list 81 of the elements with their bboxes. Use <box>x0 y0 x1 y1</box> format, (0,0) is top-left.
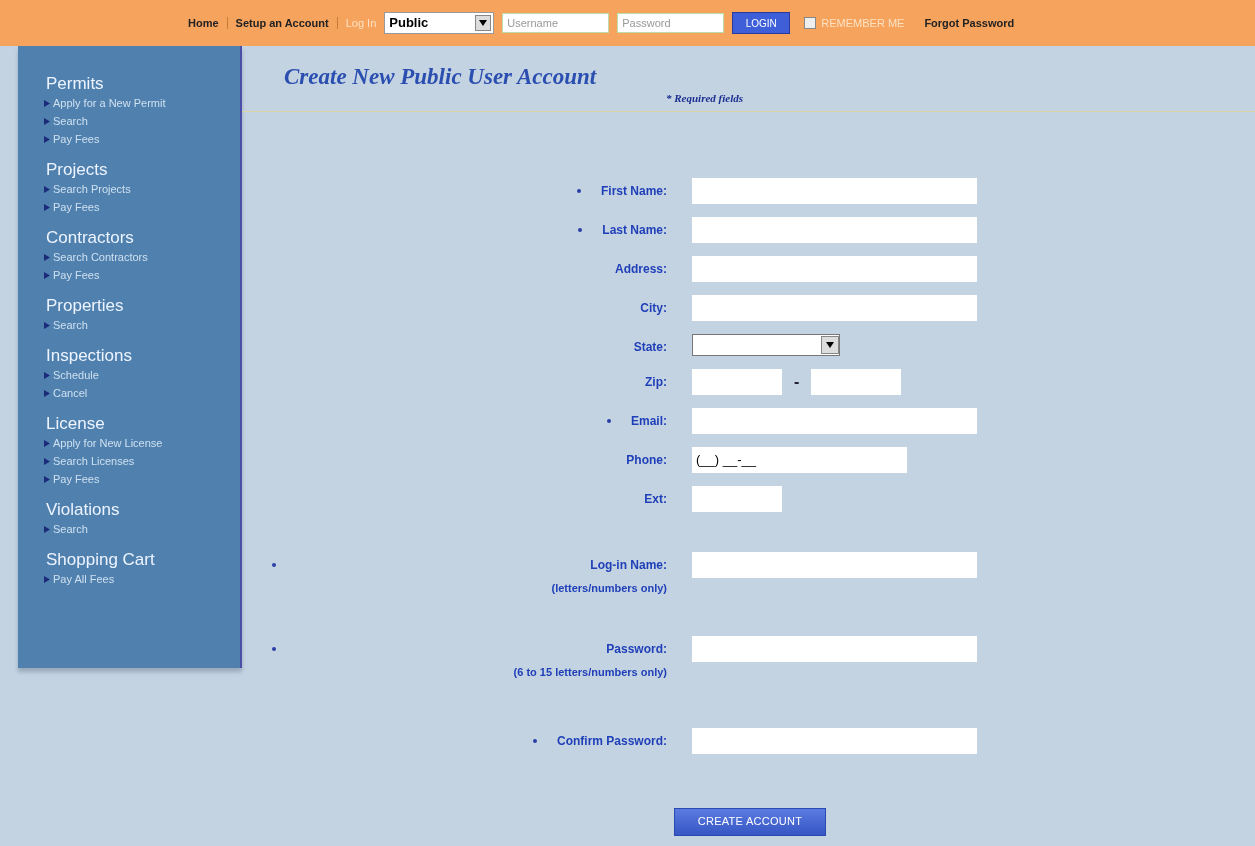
text-field[interactable] <box>692 255 977 282</box>
sidebar-link[interactable]: Search <box>53 520 88 538</box>
bullet-arrow-icon <box>44 525 50 533</box>
sidebar-link[interactable]: Search Projects <box>53 180 131 198</box>
text-field[interactable] <box>692 551 977 578</box>
sidebar-heading: Permits <box>46 74 105 94</box>
field-label: Email: <box>631 412 667 430</box>
remember-me-label: REMEMBER ME <box>821 15 905 31</box>
field-label: Confirm Password: <box>557 732 667 750</box>
remember-checkbox[interactable] <box>804 17 817 29</box>
text-field[interactable] <box>811 368 902 395</box>
field-label: Zip: <box>645 373 667 391</box>
sidebar-link[interactable]: Schedule <box>53 366 99 384</box>
dropdown-arrow-icon <box>825 340 835 349</box>
field-label: Log-in Name: <box>590 556 667 574</box>
text-field[interactable] <box>692 407 977 434</box>
account-type-dropdown[interactable]: Public <box>384 12 495 34</box>
sidebar-link[interactable]: Pay All Fees <box>53 570 115 588</box>
bullet-arrow-icon <box>44 321 50 329</box>
login-button[interactable]: LOGIN <box>732 12 791 34</box>
field-label: City: <box>640 299 667 317</box>
field-label: Password: <box>606 641 667 658</box>
field-label: Address: <box>615 260 667 278</box>
text-field[interactable] <box>692 485 782 512</box>
text-field[interactable] <box>692 216 977 243</box>
required-note: * Required fields <box>666 91 743 106</box>
bullet-arrow-icon <box>44 185 50 193</box>
bullet-arrow-icon <box>44 271 50 279</box>
field-label: First Name: <box>600 182 667 200</box>
sidebar-heading: Violations <box>46 500 121 520</box>
forgot-password-link[interactable]: Forgot Password <box>924 14 1015 32</box>
sidebar-link[interactable]: Apply for a New Permit <box>53 94 166 112</box>
sidebar-link[interactable]: Apply for New License <box>53 434 163 452</box>
phone-field[interactable]: (__) __-__ <box>692 446 907 473</box>
dropdown-arrow-icon <box>478 19 489 27</box>
bullet-arrow-icon <box>44 575 50 583</box>
bullet-arrow-icon <box>44 371 50 379</box>
field-label: State: <box>633 338 667 356</box>
bullet-arrow-icon <box>44 389 50 397</box>
bullet-arrow-icon <box>44 253 50 261</box>
password-field[interactable]: Password <box>617 13 725 33</box>
state-dropdown[interactable] <box>692 333 840 356</box>
sidebar-link[interactable]: Search <box>53 112 88 130</box>
bullet-arrow-icon <box>44 203 50 211</box>
bullet-arrow-icon <box>44 135 50 143</box>
sidebar-link[interactable]: Search Licenses <box>53 452 135 470</box>
nav-link[interactable]: Home <box>188 14 219 32</box>
sidebar-link[interactable]: Pay Fees <box>53 130 100 148</box>
sidebar-link[interactable]: Cancel <box>53 384 88 402</box>
bullet-arrow-icon <box>44 475 50 483</box>
field-hint: (6 to 15 letters/numbers only) <box>513 665 667 680</box>
text-field[interactable] <box>692 368 782 395</box>
sidebar-link[interactable]: Pay Fees <box>53 198 100 216</box>
sidebar-heading: Properties <box>46 296 125 316</box>
sidebar-heading: Shopping Cart <box>46 550 156 570</box>
nav-link[interactable]: Setup an Account <box>235 14 329 32</box>
create-account-button[interactable]: CREATE ACCOUNT <box>674 807 826 836</box>
sidebar-heading: Contractors <box>46 228 135 248</box>
sidebar-link[interactable]: Search Contractors <box>53 248 148 266</box>
field-label: Ext: <box>644 490 667 508</box>
page-title: Create New Public User Account <box>284 64 598 90</box>
field-label: Phone: <box>626 451 667 469</box>
sidebar-link[interactable]: Search <box>53 316 88 334</box>
text-field[interactable] <box>692 177 977 204</box>
text-field[interactable] <box>692 294 977 321</box>
sidebar-heading: License <box>46 414 106 434</box>
bullet-arrow-icon <box>44 117 50 125</box>
zip-separator: - <box>794 371 800 392</box>
sidebar-link[interactable]: Pay Fees <box>53 266 100 284</box>
username-field[interactable]: Username <box>502 13 610 33</box>
bullet-arrow-icon <box>44 99 50 107</box>
text-field[interactable] <box>692 727 977 754</box>
sidebar-link[interactable]: Pay Fees <box>53 470 100 488</box>
login-label: Log In <box>345 15 377 31</box>
field-label: Last Name: <box>602 221 667 239</box>
text-field[interactable] <box>692 636 977 662</box>
bullet-arrow-icon <box>44 439 50 447</box>
field-hint: (letters/numbers only) <box>551 580 667 596</box>
sidebar-heading: Inspections <box>46 346 133 366</box>
bullet-arrow-icon <box>44 457 50 465</box>
sidebar-heading: Projects <box>46 160 109 180</box>
